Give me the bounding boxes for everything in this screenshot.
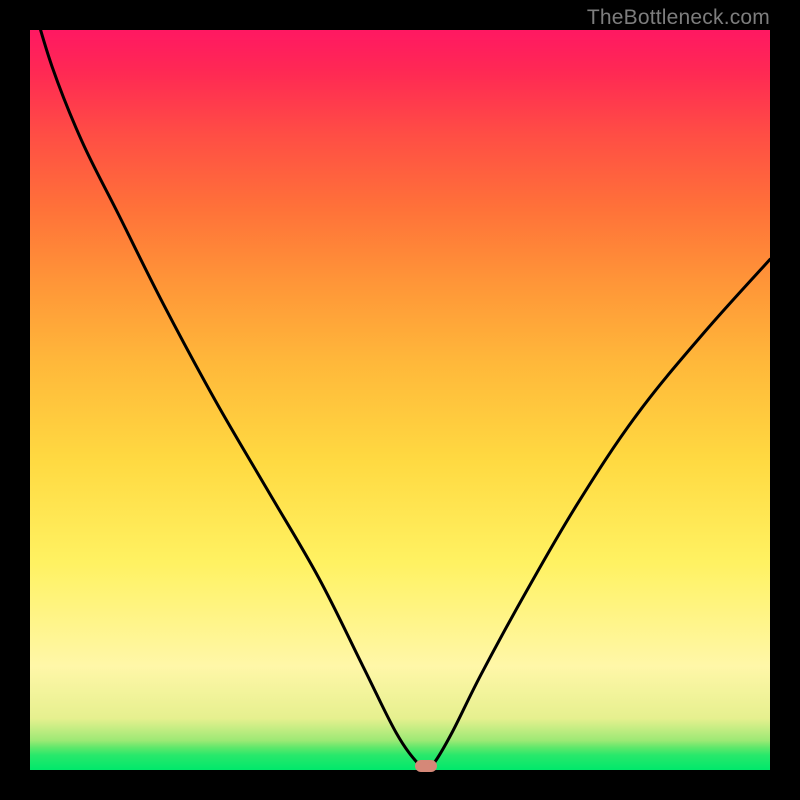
plot-area bbox=[30, 30, 770, 770]
minimum-marker bbox=[415, 760, 437, 772]
bottleneck-curve bbox=[30, 30, 770, 770]
chart-frame: TheBottleneck.com bbox=[0, 0, 800, 800]
attribution-text: TheBottleneck.com bbox=[587, 6, 770, 30]
